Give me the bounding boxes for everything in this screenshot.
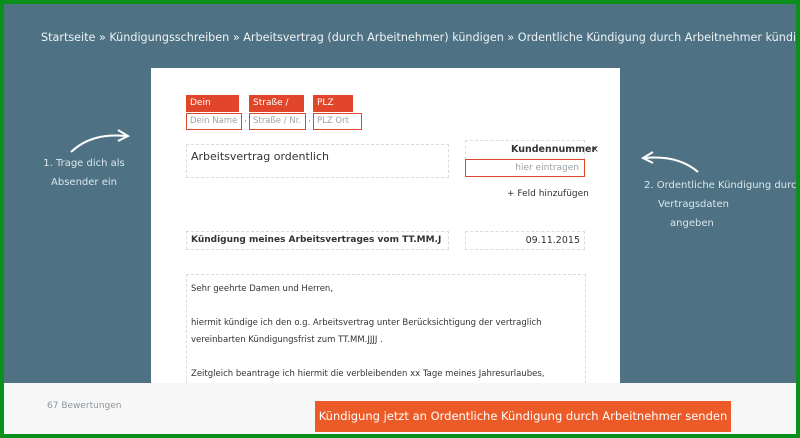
letter-preview: Dein Name Straße / Nr. PLZ Ort Dein Name… (151, 68, 620, 404)
step-2-note: 2. Ordentliche Kündigung durch Vertragsd… (644, 176, 796, 233)
sender-name-input[interactable]: Dein Name (186, 113, 242, 130)
step-2-line: Vertragsdaten (658, 199, 729, 210)
breadcrumb-arbeitsvertrag[interactable]: Arbeitsvertrag (durch Arbeitnehmer) künd… (243, 31, 504, 44)
step-1-line: Absender ein (51, 177, 117, 188)
ratings-count[interactable]: 67 Bewertungen (47, 401, 122, 411)
betreff-field[interactable]: Kündigung meines Arbeitsvertrages vom TT… (186, 231, 449, 250)
breadcrumb-separator: » (503, 31, 518, 44)
breadcrumb-current: Ordentliche Kündigung durch Arbeitnehmer… (517, 31, 796, 44)
field-separator: · (244, 117, 247, 127)
subject-field[interactable]: Arbeitsvertrag ordentlich (186, 144, 449, 178)
letter-paragraph-line: vereinbarten Kündigungsfrist zum TT.MM.J… (191, 335, 383, 345)
page-frame: Startseite » Kündigungsschreiben » Arbei… (4, 4, 796, 434)
letter-paragraph-line: hiermit kündige ich den o.g. Arbeitsvert… (191, 318, 542, 328)
add-field-button[interactable]: + Feld hinzufügen (507, 189, 589, 199)
sender-name-tag: Dein Name (186, 95, 239, 125)
breadcrumb-home[interactable]: Startseite (41, 31, 95, 44)
breadcrumb: Startseite » Kündigungsschreiben » Arbei… (41, 31, 796, 44)
sender-street-tag: Straße / Nr. (249, 95, 304, 125)
arrow-right-icon (70, 129, 131, 153)
sender-street-input[interactable]: Straße / Nr. (249, 113, 306, 130)
field-separator: · (308, 117, 311, 127)
step-2-line: 2. Ordentliche Kündigung durch (644, 180, 796, 191)
letter-greeting: Sehr geehrte Damen und Herren, (191, 284, 334, 294)
step-1-line: 1. Trage dich als (43, 158, 125, 169)
breadcrumb-kuendigungsschreiben[interactable]: Kündigungsschreiben (109, 31, 229, 44)
sender-city-tag: PLZ Ort (313, 95, 353, 125)
customer-number-input[interactable]: hier eintragen (465, 159, 585, 177)
customer-number-label: Kundennummer (511, 144, 597, 155)
breadcrumb-separator: » (229, 31, 244, 44)
arrow-left-icon (640, 151, 699, 173)
sender-city-input[interactable]: PLZ Ort (313, 113, 362, 130)
close-icon[interactable]: × (591, 144, 599, 155)
step-2-line: angeben (670, 218, 714, 229)
action-footer: 67 Bewertungen Kündigung jetzt an Ordent… (4, 383, 796, 434)
date-field[interactable]: 09.11.2015 (465, 231, 585, 250)
breadcrumb-separator: » (95, 31, 110, 44)
step-1-note: 1. Trage dich als Absender ein (34, 154, 134, 192)
send-cancellation-button[interactable]: Kündigung jetzt an Ordentliche Kündigung… (315, 401, 731, 432)
